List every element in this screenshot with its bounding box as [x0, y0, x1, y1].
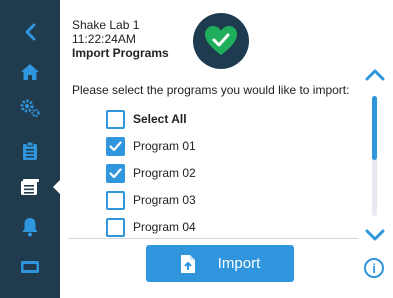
status-badge [193, 13, 249, 69]
gears-icon [20, 99, 40, 118]
scrollbar-thumb[interactable] [372, 96, 377, 160]
program-label: Program 02 [133, 166, 196, 180]
program-checkbox-02[interactable]: Program 02 [106, 162, 196, 184]
checkbox-box [106, 217, 125, 237]
alerts-button[interactable] [0, 213, 60, 241]
device-name: Shake Lab 1 [72, 18, 140, 32]
home-button[interactable] [0, 58, 60, 86]
checkbox-box [106, 136, 125, 156]
select-all-checkbox[interactable]: Select All [106, 108, 187, 130]
logs-button[interactable] [0, 137, 60, 165]
chevron-up-icon [365, 69, 385, 81]
checkbox-box [106, 190, 125, 210]
checkmark-icon [109, 167, 122, 178]
checkbox-box [106, 109, 125, 129]
import-file-icon [180, 254, 196, 274]
info-button[interactable]: i [364, 258, 384, 278]
checkmark-icon [109, 140, 122, 151]
display-button[interactable] [0, 253, 60, 281]
sidebar [0, 0, 60, 298]
program-checkbox-03[interactable]: Program 03 [106, 189, 196, 211]
home-icon [21, 64, 39, 80]
checkbox-box [106, 163, 125, 183]
chevron-down-icon [365, 229, 385, 241]
instruction-text: Please select the programs you would lik… [72, 83, 350, 97]
info-icon: i [372, 260, 376, 276]
active-indicator [53, 179, 61, 195]
program-checkbox-01[interactable]: Program 01 [106, 135, 196, 157]
screen-title: Import Programs [72, 46, 169, 60]
scrollbar-track[interactable] [372, 96, 377, 216]
program-label: Program 04 [133, 220, 196, 234]
settings-button[interactable] [0, 94, 60, 122]
heart-check-icon [205, 26, 237, 55]
divider [68, 238, 358, 239]
program-label: Program 01 [133, 139, 196, 153]
import-button-label: Import [217, 255, 261, 272]
import-button[interactable]: Import [146, 245, 294, 282]
device-time: 11:22:24AM [72, 32, 136, 46]
scroll-down-button[interactable] [363, 226, 387, 244]
clipboard-icon [23, 141, 37, 160]
screen-icon [21, 261, 39, 273]
program-checkbox-04[interactable]: Program 04 [106, 216, 196, 238]
scroll-up-button[interactable] [363, 66, 387, 84]
program-label: Program 03 [133, 193, 196, 207]
chevron-left-icon [25, 23, 36, 41]
select-all-label: Select All [133, 112, 187, 126]
device-info: Shake Lab 1 11:22:24AM Import Programs [72, 18, 169, 60]
programs-icon [21, 179, 39, 195]
bell-icon [22, 218, 38, 237]
programs-button[interactable] [0, 173, 60, 201]
back-button[interactable] [0, 18, 60, 46]
